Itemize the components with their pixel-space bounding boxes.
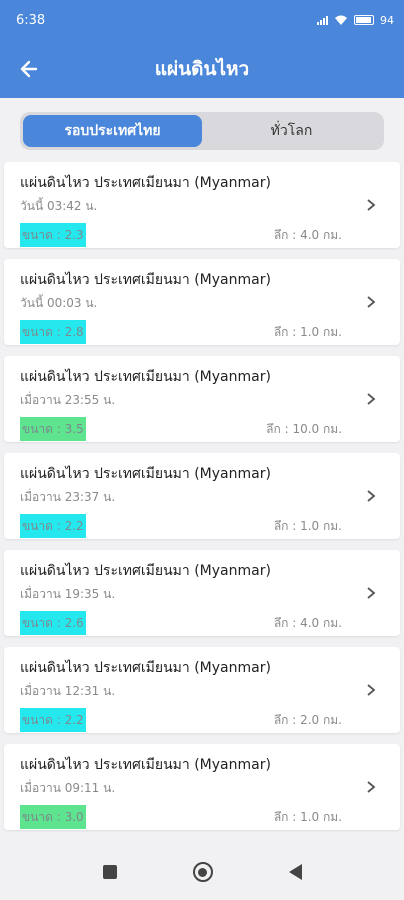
recents-button[interactable] <box>102 865 117 879</box>
battery-icon <box>354 15 374 25</box>
quake-title: แผ่นดินไหว ประเทศเมียนมา (Myanmar) <box>20 175 271 191</box>
chevron-right-icon <box>367 199 376 211</box>
quake-depth: ลึก : 4.0 กม. <box>273 228 342 242</box>
magnitude-badge: ขนาด : 3.5 <box>20 417 86 441</box>
system-nav-bar <box>0 844 404 900</box>
system-back-button[interactable] <box>288 864 302 880</box>
arrow-left-icon <box>20 60 38 78</box>
list-item[interactable]: แผ่นดินไหว ประเทศเมียนมา (Myanmar) วันนี… <box>4 162 400 248</box>
quake-depth: ลึก : 10.0 กม. <box>266 422 342 436</box>
app-bar: แผ่นดินไหว <box>0 40 404 98</box>
list-item[interactable]: แผ่นดินไหว ประเทศเมียนมา (Myanmar) เมื่อ… <box>4 453 400 539</box>
signal-icon <box>317 15 328 25</box>
quake-title: แผ่นดินไหว ประเทศเมียนมา (Myanmar) <box>20 660 271 676</box>
list-item[interactable]: แผ่นดินไหว ประเทศเมียนมา (Myanmar) เมื่อ… <box>4 550 400 636</box>
tab-world[interactable]: ทั่วโลก <box>202 115 381 147</box>
list-item[interactable]: แผ่นดินไหว ประเทศเมียนมา (Myanmar) เมื่อ… <box>4 356 400 442</box>
list-item[interactable]: แผ่นดินไหว ประเทศเมียนมา (Myanmar) วันนี… <box>4 259 400 345</box>
status-icons: 94 <box>317 14 394 27</box>
chevron-right-icon <box>367 684 376 696</box>
magnitude-badge: ขนาด : 3.0 <box>20 805 86 829</box>
quake-title: แผ่นดินไหว ประเทศเมียนมา (Myanmar) <box>20 369 271 385</box>
quake-depth: ลึก : 2.0 กม. <box>273 713 342 727</box>
quake-title: แผ่นดินไหว ประเทศเมียนมา (Myanmar) <box>20 272 271 288</box>
chevron-right-icon <box>367 781 376 793</box>
magnitude-badge: ขนาด : 2.3 <box>20 223 86 247</box>
list-item[interactable]: แผ่นดินไหว ประเทศเมียนมา (Myanmar) เมื่อ… <box>4 744 400 830</box>
quake-title: แผ่นดินไหว ประเทศเมียนมา (Myanmar) <box>20 563 271 579</box>
list-item[interactable]: แผ่นดินไหว ประเทศเมียนมา (Myanmar) เมื่อ… <box>4 647 400 733</box>
quake-time: เมื่อวาน 19:35 น. <box>20 587 116 601</box>
home-button[interactable] <box>192 862 213 882</box>
quake-time: เมื่อวาน 12:31 น. <box>20 684 116 698</box>
chevron-right-icon <box>367 587 376 599</box>
quake-depth: ลึก : 1.0 กม. <box>273 519 342 533</box>
quake-title: แผ่นดินไหว ประเทศเมียนมา (Myanmar) <box>20 757 271 773</box>
quake-time: วันนี้ 03:42 น. <box>20 199 98 213</box>
magnitude-badge: ขนาด : 2.6 <box>20 611 86 635</box>
region-tabs: รอบประเทศไทย ทั่วโลก <box>20 112 384 150</box>
magnitude-badge: ขนาด : 2.2 <box>20 514 86 538</box>
quake-title: แผ่นดินไหว ประเทศเมียนมา (Myanmar) <box>20 466 271 482</box>
quake-time: เมื่อวาน 23:55 น. <box>20 393 116 407</box>
battery-level: 94 <box>380 13 394 27</box>
chevron-right-icon <box>367 393 376 405</box>
quake-depth: ลึก : 4.0 กม. <box>273 616 342 630</box>
quake-depth: ลึก : 1.0 กม. <box>273 810 342 824</box>
wifi-icon <box>335 15 347 25</box>
quake-time: เมื่อวาน 23:37 น. <box>20 490 116 504</box>
magnitude-badge: ขนาด : 2.2 <box>20 708 86 732</box>
quake-depth: ลึก : 1.0 กม. <box>273 325 342 339</box>
chevron-right-icon <box>367 296 376 308</box>
tab-thailand[interactable]: รอบประเทศไทย <box>23 115 202 147</box>
quake-time: เมื่อวาน 09:11 น. <box>20 781 116 795</box>
magnitude-badge: ขนาด : 2.8 <box>20 320 86 344</box>
status-time: 6:38 <box>16 12 46 28</box>
back-button[interactable] <box>14 54 44 84</box>
quake-time: วันนี้ 00:03 น. <box>20 296 98 310</box>
chevron-right-icon <box>367 490 376 502</box>
page-title: แผ่นดินไหว <box>154 58 250 80</box>
status-bar: 6:38 94 <box>0 0 404 40</box>
earthquake-list: แผ่นดินไหว ประเทศเมียนมา (Myanmar) วันนี… <box>4 162 400 841</box>
